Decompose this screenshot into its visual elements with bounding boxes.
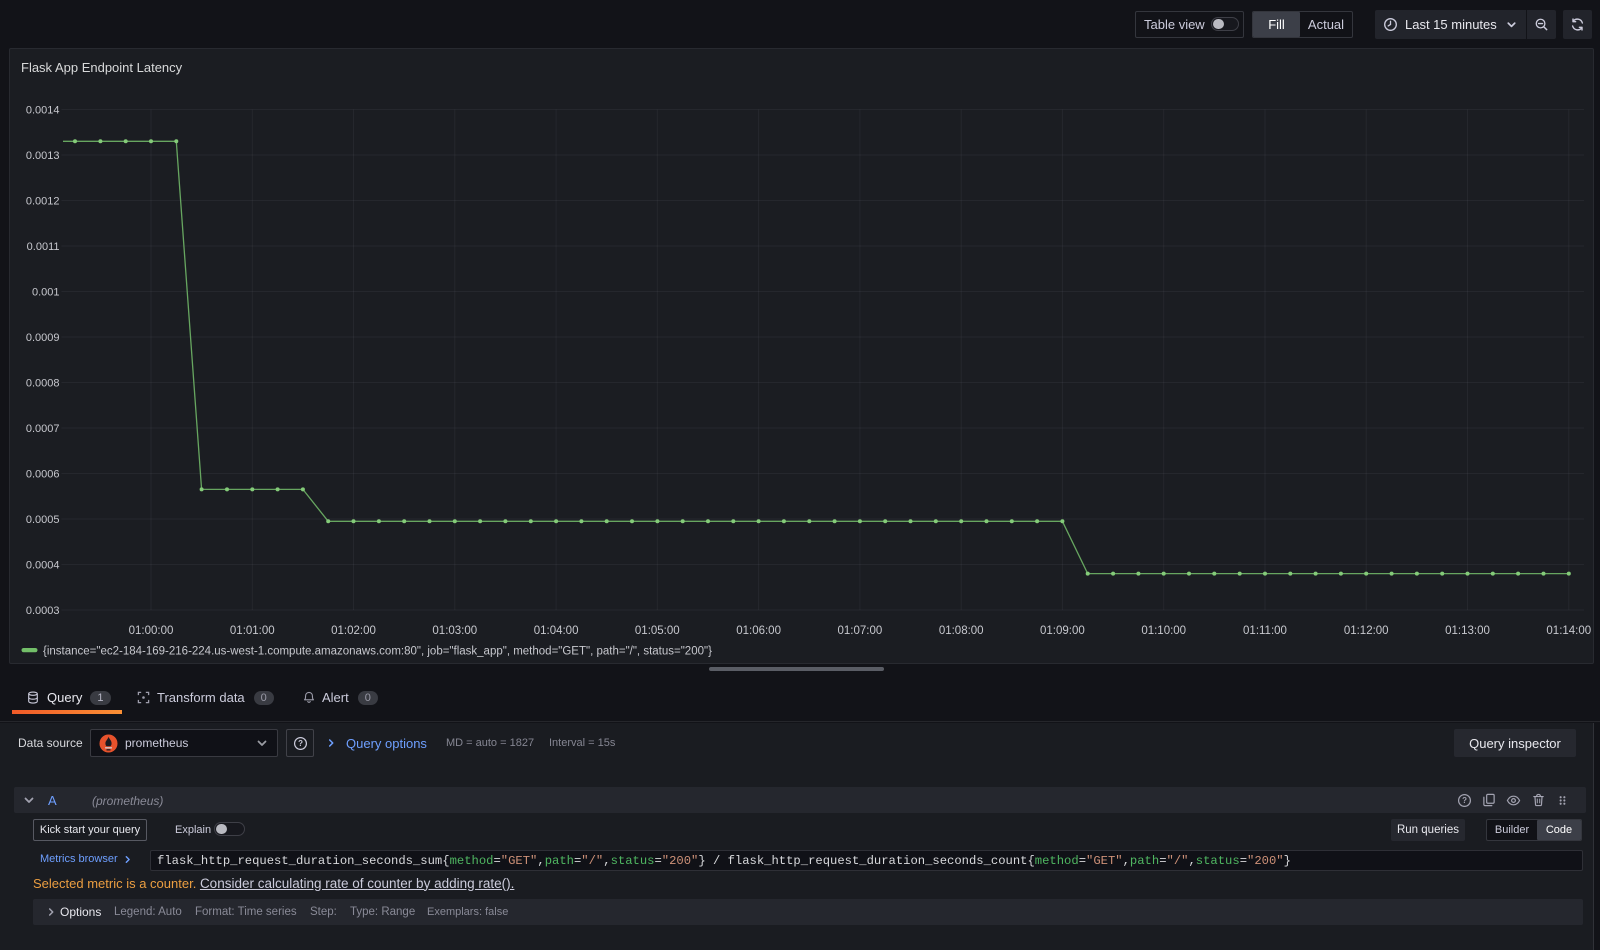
svg-text:0.0011: 0.0011 (27, 241, 60, 253)
svg-text:0.0012: 0.0012 (26, 195, 60, 207)
svg-text:0.0008: 0.0008 (26, 377, 60, 389)
svg-text:01:06:00: 01:06:00 (736, 625, 781, 637)
svg-text:0.0014: 0.0014 (26, 104, 60, 116)
svg-text:0.0006: 0.0006 (26, 468, 60, 480)
svg-text:01:14:00: 01:14:00 (1546, 625, 1591, 637)
svg-text:0.001: 0.001 (32, 286, 60, 298)
svg-text:01:08:00: 01:08:00 (939, 625, 984, 637)
svg-text:01:10:00: 01:10:00 (1141, 625, 1186, 637)
svg-text:01:11:00: 01:11:00 (1243, 625, 1287, 637)
svg-text:01:05:00: 01:05:00 (635, 625, 680, 637)
svg-text:?: ? (298, 739, 303, 748)
svg-text:0.0013: 0.0013 (26, 150, 60, 162)
svg-text:01:02:00: 01:02:00 (331, 625, 376, 637)
svg-text:0.0005: 0.0005 (26, 514, 60, 526)
svg-text:{instance="ec2-184-169-216-224: {instance="ec2-184-169-216-224.us-west-1… (43, 646, 712, 658)
svg-text:0.0009: 0.0009 (26, 332, 60, 344)
svg-text:01:03:00: 01:03:00 (432, 625, 477, 637)
svg-text:01:01:00: 01:01:00 (230, 625, 275, 637)
svg-text:01:13:00: 01:13:00 (1445, 625, 1490, 637)
svg-text:0.0003: 0.0003 (26, 605, 60, 617)
svg-text:0.0004: 0.0004 (26, 559, 60, 571)
svg-text:01:09:00: 01:09:00 (1040, 625, 1085, 637)
svg-text:01:00:00: 01:00:00 (129, 625, 174, 637)
svg-text:0.0007: 0.0007 (26, 423, 60, 435)
svg-text:01:07:00: 01:07:00 (838, 625, 883, 637)
svg-text:?: ? (1462, 796, 1467, 805)
svg-text:01:04:00: 01:04:00 (534, 625, 579, 637)
svg-text:01:12:00: 01:12:00 (1344, 625, 1389, 637)
